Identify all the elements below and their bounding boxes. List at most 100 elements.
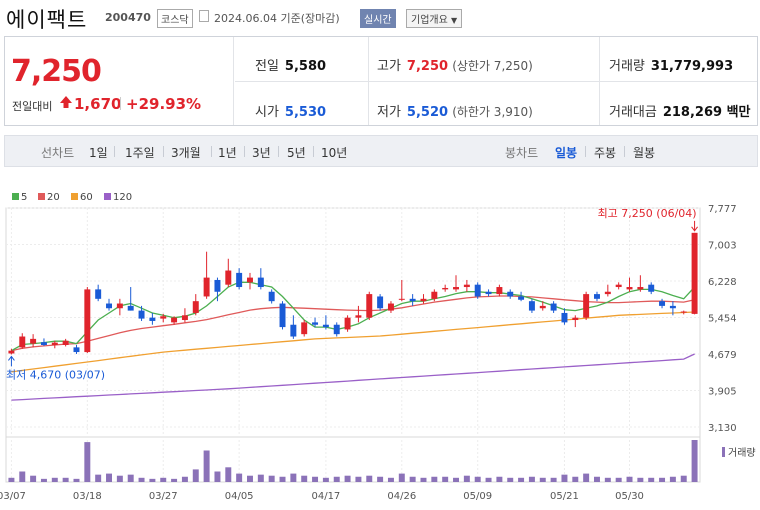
ma-line-5 [11, 281, 696, 352]
ma-line-60 [11, 311, 695, 373]
volume-bar [680, 475, 687, 482]
volume-bar [312, 476, 319, 482]
volume-bar [518, 477, 525, 482]
candle-body [528, 301, 535, 311]
volume-legend-swatch [722, 447, 725, 457]
volume-bar [691, 440, 698, 482]
volume-bar [561, 474, 568, 482]
volume-bar [594, 476, 600, 482]
candle-body [95, 289, 102, 299]
volume-bar [279, 476, 286, 482]
candle-body [181, 315, 188, 321]
candle-body [192, 301, 199, 313]
x-tick-label: 05/21 [550, 491, 579, 502]
candle-body [236, 272, 243, 288]
legend-label-120: 120 [113, 192, 132, 203]
candle-body [680, 311, 687, 313]
volume-bar [149, 478, 156, 482]
x-tick-label: 04/26 [387, 491, 416, 502]
volume-bar [572, 476, 579, 482]
volume-bar [322, 477, 329, 482]
y-tick-label: 3,905 [708, 386, 737, 397]
candle-body [8, 350, 15, 354]
x-tick-label: 05/09 [463, 491, 492, 502]
volume-bar [344, 475, 351, 482]
candle-body [387, 303, 394, 311]
candle-body [561, 312, 568, 323]
candle-body [518, 296, 525, 300]
candle-body [626, 287, 633, 290]
candle-body [507, 291, 514, 297]
candle-body [138, 310, 145, 319]
ma-line-120 [11, 353, 695, 401]
volume-bar [669, 476, 676, 482]
volume-bar [583, 473, 590, 482]
candle-body [279, 303, 286, 328]
volume-legend-label: 거래량 [728, 447, 756, 459]
volume-bar [463, 475, 470, 482]
candle-body [62, 340, 69, 345]
volume-bar [387, 477, 394, 482]
volume-bar [203, 450, 210, 482]
candle-body [691, 232, 698, 314]
candle-body [290, 324, 297, 337]
volume-bar [62, 477, 69, 482]
candle-body [366, 294, 373, 318]
volume-bar [420, 477, 427, 482]
y-tick-label: 5,454 [708, 313, 737, 324]
legend-swatch-20 [38, 193, 45, 200]
y-tick-label: 7,777 [708, 204, 737, 215]
candle-body [496, 287, 503, 295]
volume-bar [301, 475, 308, 482]
x-tick-label: 05/30 [615, 491, 644, 502]
volume-bar [51, 477, 58, 482]
y-tick-label: 3,130 [708, 423, 737, 434]
volume-bar [485, 477, 492, 482]
candle-body [474, 284, 481, 297]
x-tick-label: 04/05 [225, 491, 254, 502]
candle-body [203, 277, 210, 297]
y-tick-label: 7,003 [708, 240, 737, 251]
volume-bar [474, 476, 481, 482]
low-annotation: 최저 4,670 (03/07) [6, 368, 105, 381]
candle-body [322, 324, 329, 328]
volume-bar [160, 477, 167, 482]
candle-body [247, 277, 253, 283]
x-tick-label: 04/17 [311, 491, 340, 502]
volume-bar [431, 476, 438, 482]
candle-body [453, 287, 459, 290]
volume-bar [225, 467, 232, 482]
volume-bar [398, 473, 405, 482]
volume-bar [507, 477, 514, 482]
candle-body [550, 303, 557, 311]
x-tick-label: 03/07 [0, 491, 26, 502]
candle-body [648, 284, 655, 292]
candle-body [431, 291, 438, 299]
ma-line-20 [11, 295, 695, 352]
candle-body [377, 296, 384, 309]
candle-body [615, 284, 622, 288]
volume-bar [30, 475, 37, 482]
legend-label-20: 20 [47, 192, 60, 203]
candle-body [312, 322, 319, 325]
volume-bar [637, 477, 644, 482]
candle-body [604, 291, 611, 295]
candle-body [583, 294, 590, 318]
candle-body [572, 317, 579, 321]
volume-bar [106, 473, 112, 482]
volume-bar [138, 477, 145, 482]
volume-bar [604, 477, 611, 482]
candle-body [637, 287, 644, 290]
volume-bar [268, 475, 275, 482]
candle-body [51, 342, 58, 345]
volume-bar [171, 478, 178, 482]
candle-body [127, 305, 134, 311]
candle-body [116, 303, 123, 309]
candle-body [268, 291, 275, 302]
volume-bar [192, 469, 199, 482]
x-tick-label: 03/27 [149, 491, 178, 502]
volume-bar [19, 471, 26, 482]
candle-body [19, 336, 26, 348]
volume-bar [247, 475, 253, 482]
low-arrow-icon [8, 355, 15, 367]
